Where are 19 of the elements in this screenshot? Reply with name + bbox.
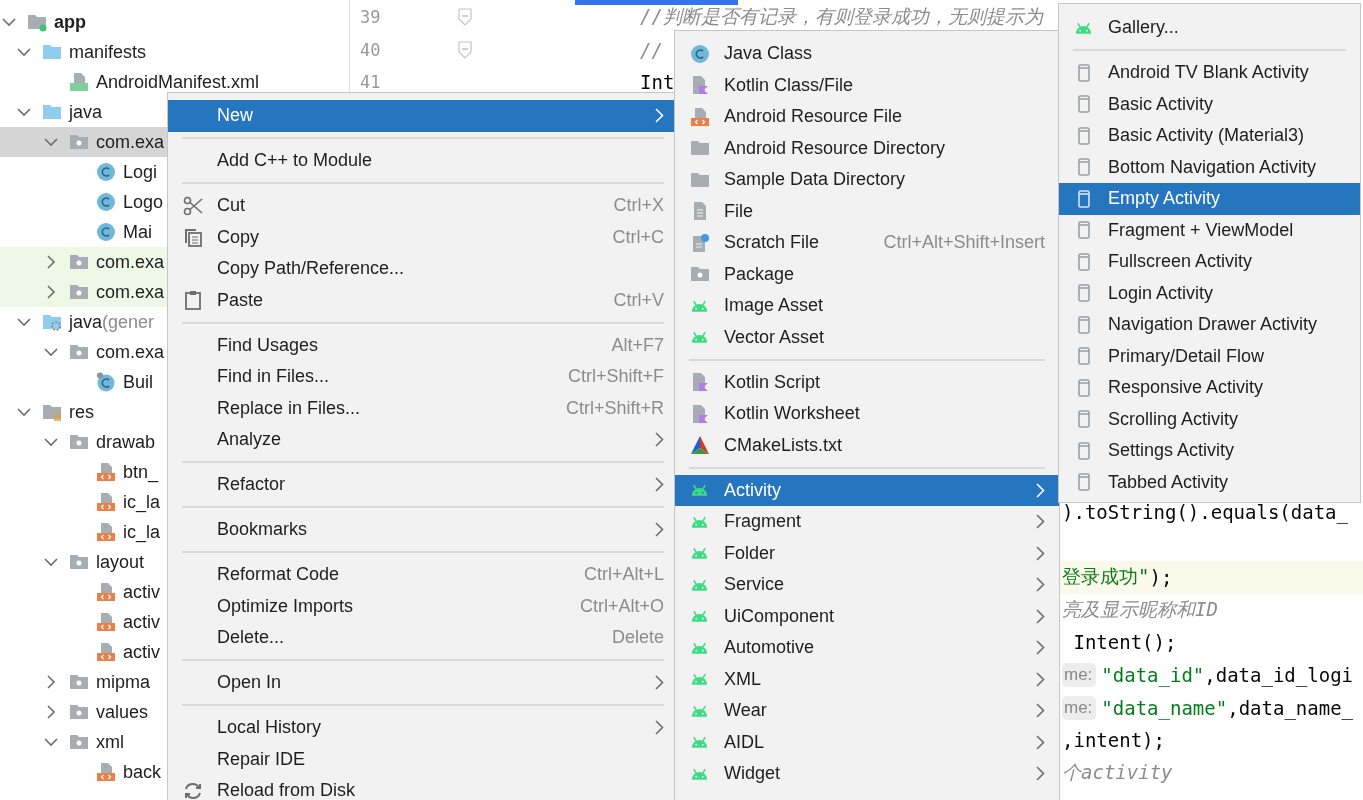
- code-text: ,data_id_logi: [1204, 664, 1353, 687]
- code-text: "data_id": [1101, 664, 1205, 687]
- code-text: Intent();: [1072, 631, 1177, 654]
- code-text: 亮及显示昵称和ID: [1062, 596, 1218, 622]
- parameter-hint: me:: [1062, 695, 1097, 720]
- code-text: 个activity: [1062, 759, 1173, 785]
- parameter-hint: me:: [1062, 663, 1097, 688]
- code-text: ,intent);: [1062, 729, 1165, 752]
- line-number: 39: [359, 7, 382, 28]
- code-text: Int: [640, 71, 675, 94]
- code-text: //判断是否有记录，有则登录成功，无则提示为: [640, 4, 1043, 30]
- code-text: ).toString().equals(data_: [1062, 501, 1348, 524]
- code-text: );: [1149, 566, 1173, 589]
- line-number: 41: [359, 72, 382, 93]
- code-text: ,data_name_: [1227, 696, 1354, 719]
- code-text: 登录成功": [1062, 564, 1150, 590]
- code-text: "data_name": [1101, 696, 1228, 719]
- line-number: 40: [359, 39, 382, 60]
- code-text: //: [640, 38, 663, 61]
